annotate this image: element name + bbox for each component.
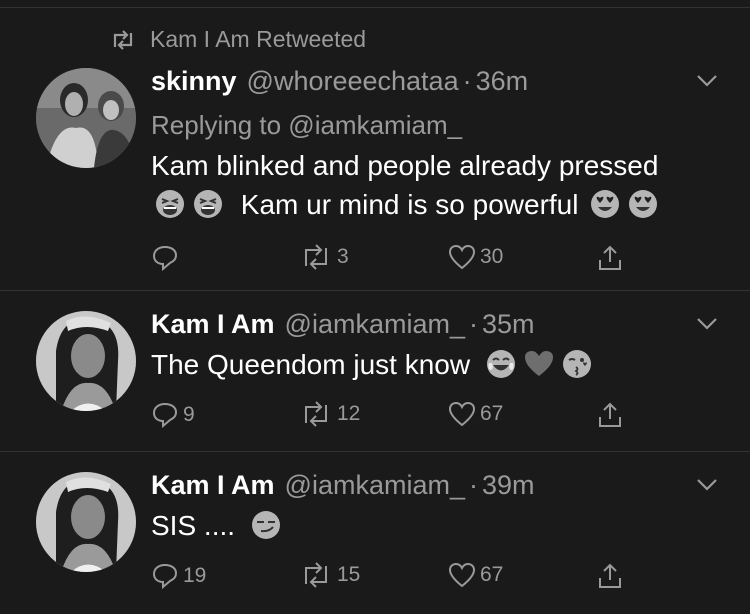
tweet-3[interactable]: Kam I Am @iamkamiam_ · 39m SIS .... 19 1… [0, 452, 750, 614]
tweet-text-words: The Queendom just know [151, 349, 471, 380]
tweet-actions: 9 12 67 [151, 401, 631, 431]
tweet-text-line1: Kam blinked and people already pressed [151, 150, 659, 181]
tweet-header: skinny @whoreeechataa · 36m [151, 66, 528, 97]
tears-of-joy-emoji [486, 350, 515, 378]
tweet-text: SIS .... [151, 506, 285, 545]
avatar[interactable] [36, 68, 136, 168]
heart-eyes-emoji [629, 190, 658, 218]
like-count: 67 [480, 402, 504, 425]
tweet-actions: 19 15 67 [151, 562, 631, 592]
heart-eyes-emoji [591, 190, 620, 218]
like-count: 67 [480, 563, 504, 586]
reply-count: 9 [183, 403, 195, 426]
heart-emoji [524, 351, 553, 376]
separator-dot: · [462, 66, 472, 96]
like-button[interactable]: 67 [448, 562, 503, 588]
chevron-down-icon[interactable] [696, 317, 718, 331]
retweet-count: 12 [337, 402, 361, 425]
heart-icon [448, 562, 476, 588]
user-handle[interactable]: @whoreeechataa [247, 66, 459, 97]
tweet-text: The Queendom just know [151, 345, 596, 384]
retweet-banner: Kam I Am Retweeted [110, 26, 366, 53]
heart-icon [448, 244, 476, 270]
heart-icon [448, 401, 476, 427]
avatar[interactable] [36, 311, 136, 411]
user-handle[interactable]: @iamkamiam_ [285, 470, 465, 501]
display-name[interactable]: skinny [151, 66, 237, 97]
reply-button[interactable]: 9 [151, 401, 195, 429]
reply-icon [152, 245, 178, 272]
share-icon [599, 402, 621, 427]
like-button[interactable]: 30 [448, 244, 503, 270]
retweet-banner-label: Kam I Am Retweeted [150, 26, 367, 52]
like-count: 30 [480, 245, 504, 268]
reply-icon [152, 563, 178, 590]
tweet-header: Kam I Am @iamkamiam_ · 39m [151, 470, 535, 501]
reply-button[interactable]: 19 [151, 562, 206, 590]
retweet-icon [305, 562, 327, 588]
separator-dot: · [468, 309, 478, 339]
smirk-emoji [251, 511, 280, 539]
share-button[interactable] [596, 401, 624, 429]
replying-to[interactable]: Replying to @iamkamiam_ [151, 110, 462, 141]
retweet-count: 3 [337, 245, 349, 268]
tweet-actions: 3 30 [151, 244, 631, 274]
tired-face-emoji [194, 190, 222, 218]
tweet-1[interactable]: Kam I Am Retweeted skinny @whoreeechataa… [0, 0, 750, 290]
kissing-wink-emoji [562, 350, 591, 378]
tweet-text-line2-words: Kam ur mind is so powerful [240, 189, 579, 220]
avatar[interactable] [36, 472, 136, 572]
reply-button[interactable] [151, 244, 183, 272]
retweet-button[interactable]: 3 [299, 244, 349, 270]
timestamp[interactable]: 36m [476, 66, 529, 97]
timestamp[interactable]: 35m [482, 309, 535, 340]
tweet-text: Kam blinked and people already pressed K… [151, 146, 662, 224]
tweet-header: Kam I Am @iamkamiam_ · 35m [151, 309, 535, 340]
separator-dot: · [468, 470, 478, 500]
timestamp[interactable]: 39m [482, 470, 535, 501]
retweet-icon [305, 244, 327, 270]
retweet-icon [113, 29, 133, 50]
display-name[interactable]: Kam I Am [151, 309, 275, 340]
display-name[interactable]: Kam I Am [151, 470, 275, 501]
retweet-count: 15 [337, 563, 361, 586]
tired-face-emoji [156, 190, 184, 218]
chevron-down-icon[interactable] [696, 74, 718, 88]
share-icon [599, 563, 621, 588]
share-button[interactable] [596, 562, 624, 590]
retweet-icon [305, 401, 327, 427]
like-button[interactable]: 67 [448, 401, 503, 427]
tweet-text-line2: Kam ur mind is so powerful [151, 185, 662, 224]
tweet-2[interactable]: Kam I Am @iamkamiam_ · 35m The Queendom … [0, 291, 750, 451]
retweet-button[interactable]: 15 [299, 562, 360, 588]
reply-count: 19 [183, 564, 207, 587]
reply-icon [152, 402, 178, 429]
share-icon [599, 245, 621, 270]
retweet-button[interactable]: 12 [299, 401, 360, 427]
user-handle[interactable]: @iamkamiam_ [285, 309, 465, 340]
chevron-down-icon[interactable] [696, 478, 718, 492]
tweet-text-words: SIS .... [151, 510, 236, 541]
share-button[interactable] [596, 244, 624, 272]
